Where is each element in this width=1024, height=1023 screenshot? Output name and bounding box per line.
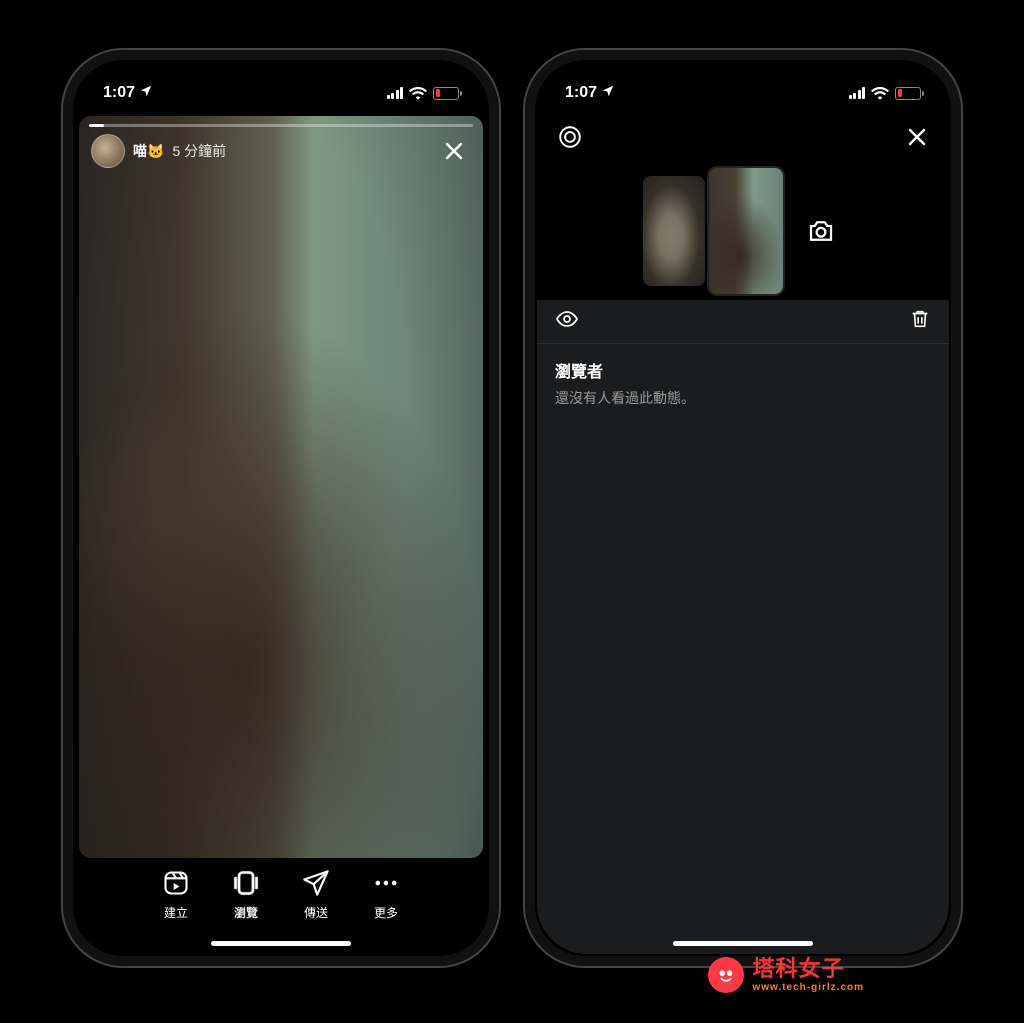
location-arrow-icon bbox=[601, 84, 615, 103]
watermark: 塔科女子 www.tech-girlz.com bbox=[708, 957, 864, 993]
close-button[interactable] bbox=[905, 125, 929, 154]
viewers-eye-button[interactable] bbox=[555, 307, 579, 336]
footer-create-button[interactable]: 建立 bbox=[161, 868, 191, 921]
footer-more-button[interactable]: 更多 bbox=[371, 868, 401, 921]
footer-more-label: 更多 bbox=[374, 904, 398, 921]
viewers-title: 瀏覽者 bbox=[555, 358, 931, 382]
story-footer: 建立 瀏覽 傳送 更多 bbox=[75, 858, 487, 954]
clock: 1:07 bbox=[565, 84, 597, 102]
battery-icon bbox=[895, 87, 921, 100]
battery-icon bbox=[433, 87, 459, 100]
story-thumb-selected[interactable] bbox=[709, 168, 783, 294]
footer-browse-label: 瀏覽 bbox=[234, 904, 258, 921]
status-bar: 1:07 bbox=[75, 62, 487, 116]
wifi-icon bbox=[871, 86, 889, 100]
more-icon bbox=[371, 868, 401, 898]
viewers-empty-text: 還沒有人看過此動態。 bbox=[555, 388, 931, 408]
home-indicator[interactable] bbox=[211, 941, 351, 946]
watermark-brand: 塔科女子 bbox=[752, 958, 864, 980]
footer-browse-button[interactable]: 瀏覽 bbox=[231, 868, 261, 921]
watermark-url: www.tech-girlz.com bbox=[752, 983, 864, 993]
phone-right: 1:07 bbox=[523, 48, 963, 968]
story-thumbnails bbox=[537, 162, 949, 300]
clock: 1:07 bbox=[103, 84, 135, 102]
footer-create-label: 建立 bbox=[164, 904, 188, 921]
home-indicator[interactable] bbox=[673, 941, 813, 946]
footer-send-button[interactable]: 傳送 bbox=[301, 868, 331, 921]
footer-send-label: 傳送 bbox=[304, 904, 328, 921]
stack-icon bbox=[231, 868, 261, 898]
story-username[interactable]: 喵🐱 bbox=[133, 141, 164, 161]
settings-button[interactable] bbox=[557, 124, 583, 155]
watermark-logo-icon bbox=[708, 957, 744, 993]
status-bar: 1:07 bbox=[537, 62, 949, 116]
story-media[interactable]: 喵🐱 5 分鐘前 bbox=[79, 116, 483, 858]
close-story-button[interactable] bbox=[437, 134, 471, 168]
location-arrow-icon bbox=[139, 84, 153, 103]
cellular-signal-icon bbox=[387, 87, 404, 99]
add-story-camera-button[interactable] bbox=[799, 209, 843, 253]
viewers-panel: 瀏覽者 還沒有人看過此動態。 bbox=[537, 300, 949, 954]
delete-story-button[interactable] bbox=[909, 308, 931, 335]
story-progress bbox=[89, 124, 473, 127]
reels-create-icon bbox=[161, 868, 191, 898]
wifi-icon bbox=[409, 86, 427, 100]
avatar[interactable] bbox=[91, 134, 125, 168]
story-time: 5 分鐘前 bbox=[172, 141, 226, 161]
phone-left: 1:07 喵🐱 bbox=[61, 48, 501, 968]
cellular-signal-icon bbox=[849, 87, 866, 99]
story-thumb[interactable] bbox=[643, 176, 705, 286]
paper-plane-icon bbox=[301, 868, 331, 898]
